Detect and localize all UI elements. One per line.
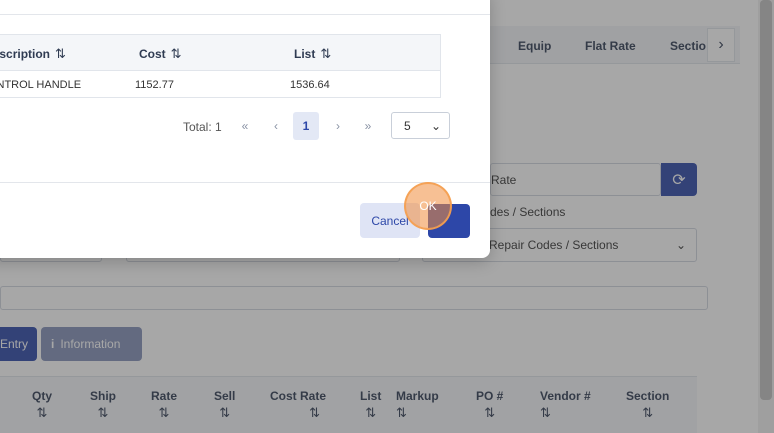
pager-first-icon[interactable]: « <box>232 112 258 140</box>
modal-divider <box>0 14 490 15</box>
parts-table: Description⇅ Cost⇅ List⇅ CONTROL HANDLE … <box>0 34 441 98</box>
chevron-down-icon: ⌄ <box>430 118 441 133</box>
sort-icon: ⇅ <box>55 46 66 61</box>
sort-icon: ⇅ <box>170 46 182 61</box>
pager-page-1[interactable]: 1 <box>293 112 319 140</box>
selection-modal: Description⇅ Cost⇅ List⇅ CONTROL HANDLE … <box>0 0 490 258</box>
pager-last-icon[interactable]: » <box>355 112 381 140</box>
pager-total: Total: 1 <box>183 120 222 134</box>
ok-button-label: OK <box>419 199 437 213</box>
cell-list[interactable]: 1536.64 <box>290 79 330 91</box>
page-size-value: 5 <box>404 118 411 133</box>
sort-icon: ⇅ <box>320 46 332 61</box>
cell-description[interactable]: CONTROL HANDLE <box>0 79 81 91</box>
column-list[interactable]: List ⇅ <box>294 46 331 62</box>
column-cost[interactable]: Cost ⇅ <box>139 46 182 62</box>
cell-cost[interactable]: 1152.77 <box>135 79 174 91</box>
parts-table-header: Description⇅ Cost⇅ List⇅ <box>0 35 440 71</box>
pager-prev-icon[interactable]: ‹ <box>263 112 289 140</box>
page-size-select[interactable]: 5 ⌄ <box>391 112 450 139</box>
column-description[interactable]: Description⇅ <box>0 46 66 62</box>
pager-next-icon[interactable]: › <box>325 112 351 140</box>
